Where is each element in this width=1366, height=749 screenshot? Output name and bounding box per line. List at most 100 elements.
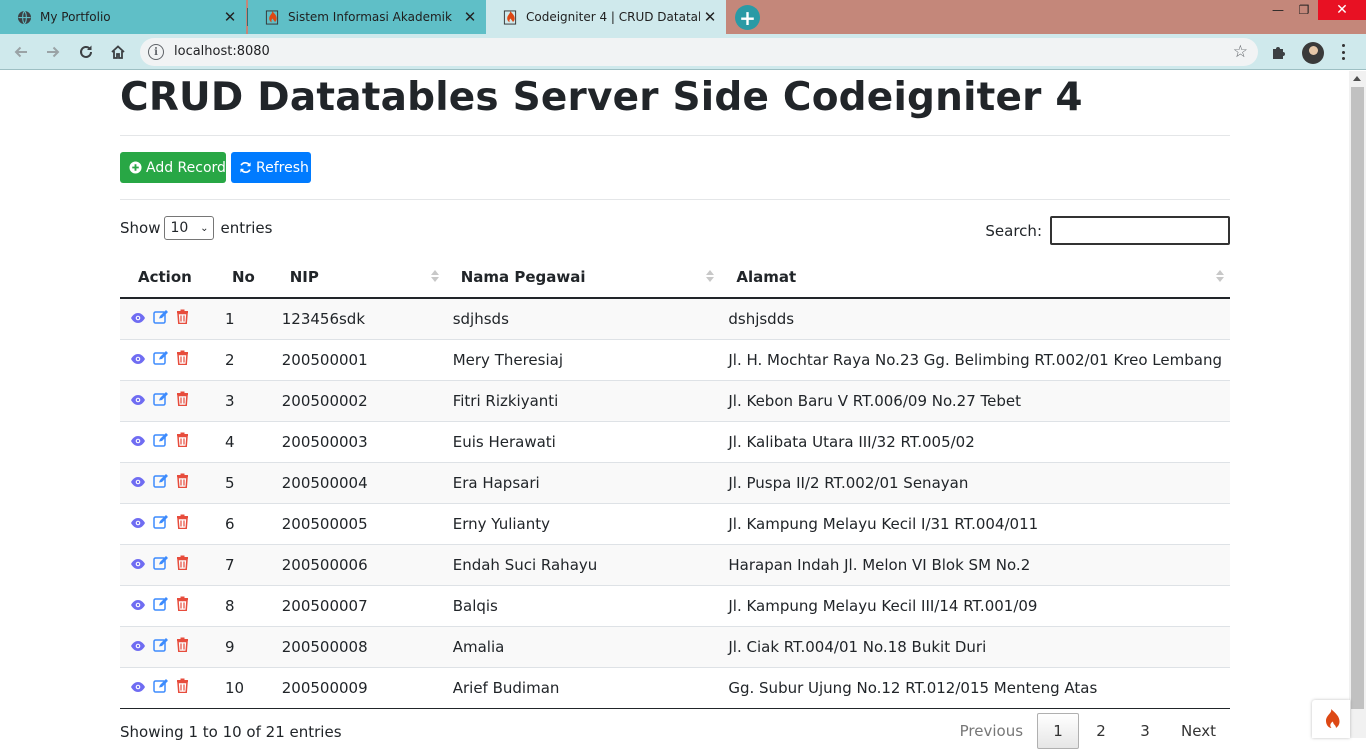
- browser-menu-icon[interactable]: [1335, 42, 1351, 62]
- trash-icon[interactable]: [176, 596, 189, 615]
- refresh-button[interactable]: Refresh: [231, 152, 311, 183]
- cell-alamat: Jl. Kalibata Utara III/32 RT.005/02: [720, 420, 1230, 462]
- trash-icon[interactable]: [176, 309, 189, 328]
- pagination-next[interactable]: Next: [1167, 713, 1230, 749]
- scrollbar-thumb[interactable]: [1351, 87, 1364, 709]
- cell-alamat: Jl. Kebon Baru V RT.006/09 No.27 Tebet: [720, 379, 1230, 421]
- eye-icon[interactable]: [130, 638, 146, 656]
- edit-icon[interactable]: [153, 637, 169, 656]
- edit-icon[interactable]: [153, 555, 169, 574]
- close-icon[interactable]: ✕: [220, 7, 240, 27]
- eye-icon[interactable]: [130, 679, 146, 697]
- cell-nip: 200500006: [273, 543, 445, 585]
- edit-icon[interactable]: [153, 596, 169, 615]
- table-row: 7 200500006 Endah Suci Rahayu Harapan Indah…: [120, 543, 1230, 585]
- address-url[interactable]: localhost:8080: [174, 44, 270, 59]
- table-row: 9 200500008 Amalia Jl. Ciak RT.004/01 No.18…: [120, 625, 1230, 667]
- length-prefix: Show: [120, 219, 161, 237]
- bookmark-star-icon[interactable]: ☆: [1233, 42, 1248, 62]
- sort-icon: [706, 270, 715, 282]
- browser-tab-crud-datatables[interactable]: Codeigniter 4 | CRUD Datatables ✕: [486, 0, 726, 34]
- column-header-no[interactable]: No: [217, 257, 274, 299]
- refresh-icon: [239, 161, 252, 174]
- new-tab-button[interactable]: +: [735, 5, 760, 30]
- table-row: 2 200500001 Mery Theresiaj Jl. H. Mochtar R…: [120, 338, 1230, 380]
- eye-icon[interactable]: [130, 392, 146, 410]
- row-actions-cell: [120, 379, 217, 421]
- edit-icon[interactable]: [153, 514, 169, 533]
- pagination-page-1[interactable]: 1: [1037, 713, 1080, 749]
- eye-icon[interactable]: [130, 515, 146, 533]
- pegawai-table: Action No NIP Nama Pegawai Alamat 1 12345…: [120, 257, 1230, 709]
- cell-nama-pegawai: Mery Theresiaj: [444, 338, 721, 380]
- minimize-button[interactable]: —: [1266, 0, 1290, 20]
- browser-tab-sistem-informasi-akademik[interactable]: Sistem Informasi Akademik ✕: [248, 0, 486, 34]
- address-bar[interactable]: i localhost:8080 ☆: [140, 38, 1258, 66]
- browser-tab-my-portfolio[interactable]: My Portfolio ✕: [0, 0, 246, 34]
- cell-nama-pegawai: Erny Yulianty: [444, 502, 721, 544]
- table-header-row: Action No NIP Nama Pegawai Alamat: [120, 257, 1230, 299]
- home-button[interactable]: [106, 40, 130, 64]
- close-icon[interactable]: ✕: [700, 7, 720, 27]
- cell-nip: 200500003: [273, 420, 445, 462]
- sort-icon: [430, 270, 439, 282]
- eye-icon[interactable]: [130, 310, 146, 328]
- trash-icon[interactable]: [176, 391, 189, 410]
- table-row: 8 200500007 Balqis Jl. Kampung Melayu Kecil…: [120, 584, 1230, 626]
- column-header-nama-label: Nama Pegawai: [460, 268, 586, 286]
- eye-icon[interactable]: [130, 556, 146, 574]
- trash-icon[interactable]: [176, 432, 189, 451]
- edit-icon[interactable]: [153, 473, 169, 492]
- trash-icon[interactable]: [176, 637, 189, 656]
- window-close-button[interactable]: ✕: [1318, 0, 1366, 20]
- column-header-nama-pegawai[interactable]: Nama Pegawai: [444, 257, 721, 299]
- search-input[interactable]: [1050, 216, 1230, 245]
- pagination-page-2[interactable]: 2: [1079, 713, 1123, 749]
- profile-avatar[interactable]: [1302, 42, 1324, 64]
- row-actions-cell: [120, 338, 217, 380]
- sort-icon: [1216, 270, 1224, 282]
- eye-icon[interactable]: [130, 351, 146, 369]
- table-search-control: Search:: [985, 216, 1230, 245]
- scroll-up-arrow-icon[interactable]: [1353, 76, 1361, 81]
- cell-nama-pegawai: Endah Suci Rahayu: [444, 543, 721, 585]
- trash-icon[interactable]: [176, 473, 189, 492]
- forward-button[interactable]: [41, 40, 65, 64]
- pagination-page-3[interactable]: 3: [1123, 713, 1167, 749]
- trash-icon[interactable]: [176, 678, 189, 697]
- back-button[interactable]: [9, 40, 33, 64]
- column-header-nip[interactable]: NIP: [273, 257, 445, 299]
- trash-icon[interactable]: [176, 514, 189, 533]
- eye-icon[interactable]: [130, 597, 146, 615]
- add-record-button[interactable]: Add Record: [120, 152, 226, 183]
- extensions-puzzle-icon[interactable]: [1270, 44, 1287, 65]
- eye-icon[interactable]: [130, 433, 146, 451]
- cell-alamat: Jl. H. Mochtar Raya No.23 Gg. Belimbing …: [720, 338, 1230, 380]
- edit-icon[interactable]: [153, 678, 169, 697]
- browser-tab-strip: My Portfolio ✕ Sistem Informasi Akademik…: [0, 0, 1366, 34]
- cell-alamat: dshjsdds: [728, 309, 795, 328]
- trash-icon[interactable]: [176, 555, 189, 574]
- eye-icon[interactable]: [130, 474, 146, 492]
- edit-icon[interactable]: [153, 350, 169, 369]
- edit-icon[interactable]: [153, 391, 169, 410]
- pagination-previous[interactable]: Previous: [946, 713, 1037, 749]
- codeigniter-debug-toolbar-button[interactable]: [1312, 700, 1350, 738]
- site-info-icon[interactable]: i: [148, 44, 164, 60]
- plus-circle-icon: [129, 161, 142, 174]
- reload-button[interactable]: [74, 40, 98, 64]
- cell-nip: 200500007: [273, 584, 445, 626]
- cell-alamat: Harapan Indah Jl. Melon VI Blok SM No.2: [720, 543, 1230, 585]
- edit-icon[interactable]: [153, 432, 169, 451]
- trash-icon[interactable]: [176, 350, 189, 369]
- refresh-label: Refresh: [256, 159, 309, 176]
- edit-icon[interactable]: [153, 309, 169, 328]
- close-icon[interactable]: ✕: [460, 7, 480, 27]
- maximize-button[interactable]: ❐: [1292, 0, 1316, 20]
- column-header-alamat[interactable]: Alamat: [720, 257, 1230, 299]
- entries-per-page-select[interactable]: 10 ⌄: [164, 216, 215, 240]
- row-actions-cell: [120, 420, 217, 462]
- page-title: CRUD Datatables Server Side Codeigniter …: [120, 75, 1083, 120]
- tab-title: Sistem Informasi Akademik: [288, 10, 452, 24]
- column-header-action: Action: [120, 257, 217, 299]
